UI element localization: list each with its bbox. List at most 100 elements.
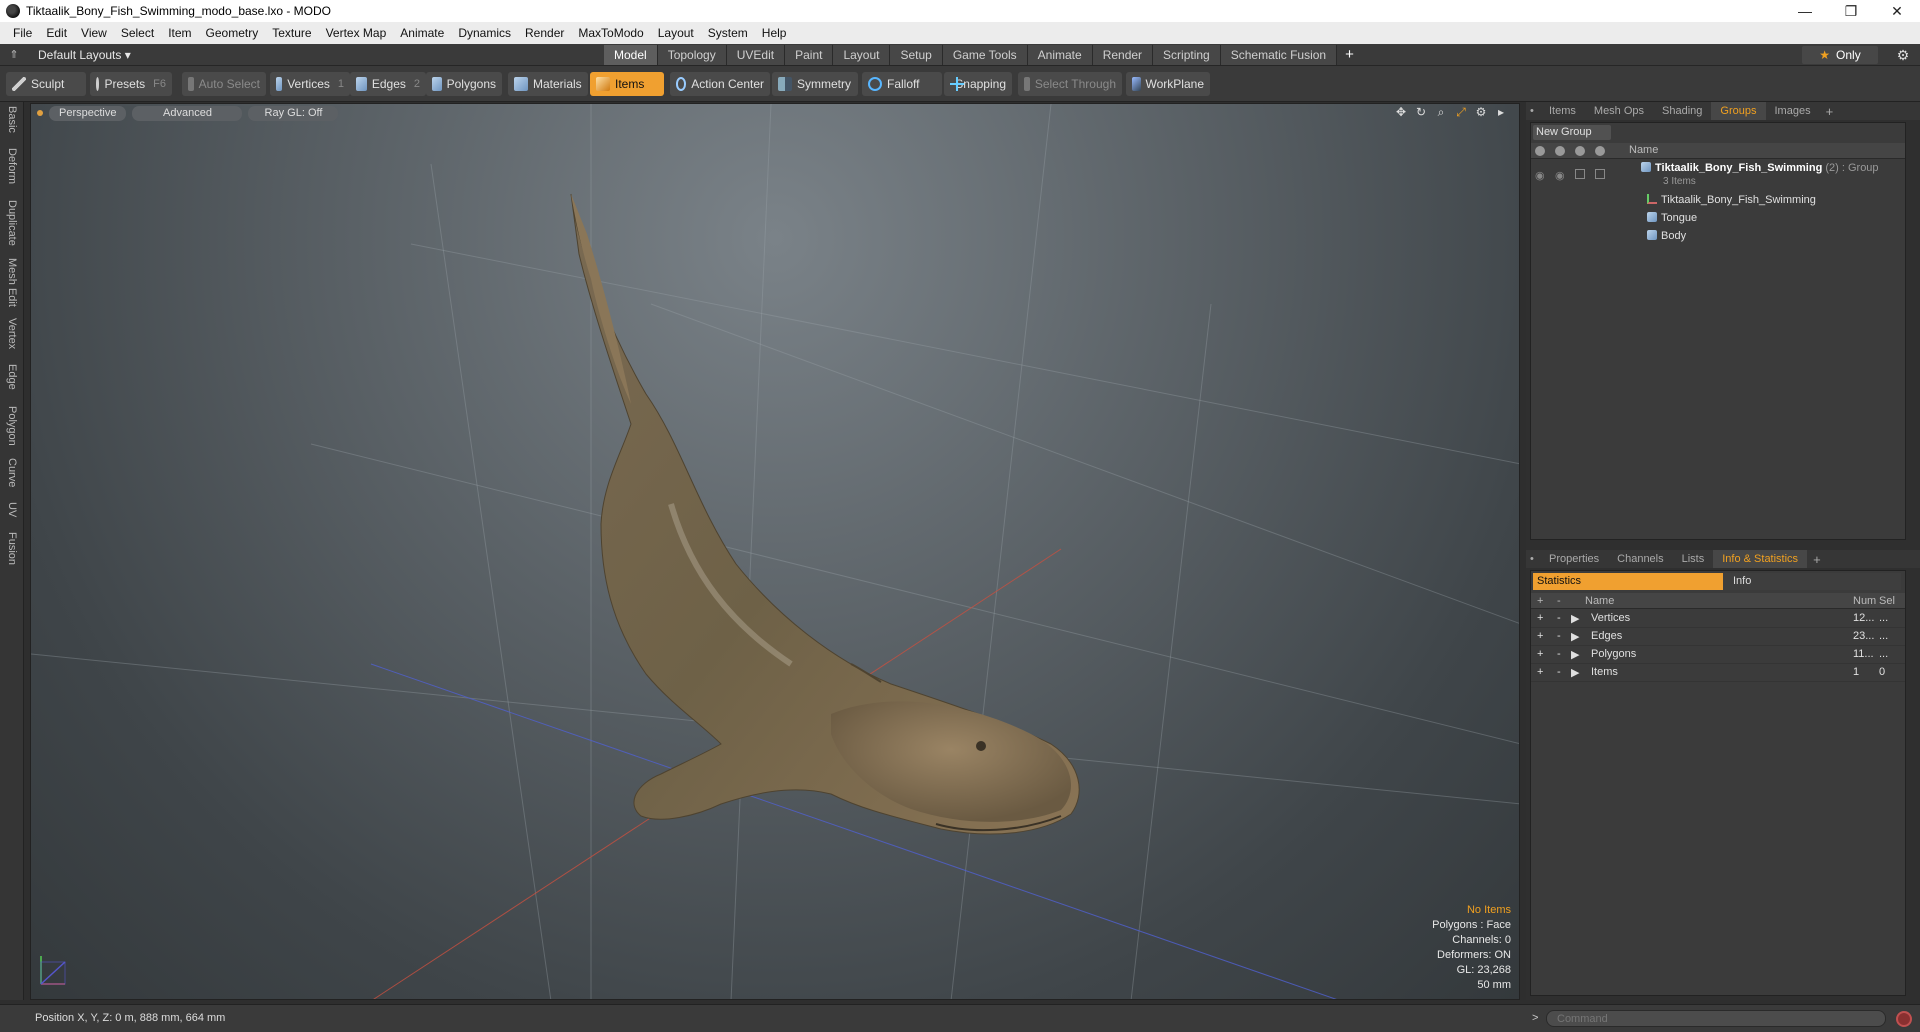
menu-edit[interactable]: Edit [39, 22, 74, 44]
expand-arrow-icon[interactable]: ▶ [1571, 666, 1579, 679]
tab-schematic-fusion[interactable]: Schematic Fusion [1220, 45, 1338, 65]
expand-arrow-icon[interactable]: ▶ [1571, 648, 1579, 661]
fit-view-icon[interactable]: ⤢ [1453, 105, 1469, 120]
tab-setup[interactable]: Setup [890, 45, 943, 65]
expand-view-icon[interactable]: ▸ [1493, 105, 1509, 120]
advanced-button[interactable]: Advanced [132, 105, 243, 121]
tab-uvedit[interactable]: UVEdit [726, 45, 786, 65]
expand-all-header[interactable]: + [1537, 595, 1543, 607]
vtab-basic[interactable]: Basic [0, 106, 24, 138]
add-upper-tab-button[interactable]: + [1820, 104, 1840, 119]
gear-icon[interactable]: ⚙ [1894, 46, 1912, 64]
viewport-menu-dot[interactable] [37, 110, 43, 116]
menu-vertex-map[interactable]: Vertex Map [319, 22, 394, 44]
row-plus[interactable]: + [1537, 666, 1543, 678]
move-view-icon[interactable]: ✥ [1393, 105, 1409, 120]
menu-help[interactable]: Help [755, 22, 794, 44]
menu-item[interactable]: Item [161, 22, 198, 44]
lower-panel-menu-dot[interactable]: • [1526, 550, 1540, 568]
table-row[interactable]: + - ▶ Polygons 11... ... [1531, 646, 1905, 664]
table-row[interactable]: + - ▶ Edges 23... ... [1531, 628, 1905, 646]
row-plus[interactable]: + [1537, 630, 1543, 642]
table-row[interactable]: + - ▶ Items 1 0 [1531, 664, 1905, 682]
vtab-polygon[interactable]: Polygon [0, 406, 24, 452]
row-minus[interactable]: - [1557, 630, 1561, 642]
row-plus[interactable]: + [1537, 648, 1543, 660]
vtab-duplicate[interactable]: Duplicate [0, 200, 24, 252]
snapping-button[interactable]: Snapping [944, 72, 1012, 96]
tab-game-tools[interactable]: Game Tools [942, 45, 1028, 65]
tab-channels[interactable]: Channels [1608, 550, 1672, 568]
layout-toggle-icon[interactable]: ⇑ [4, 48, 24, 61]
menu-file[interactable]: File [6, 22, 39, 44]
rotate-view-icon[interactable]: ↻ [1413, 105, 1429, 120]
tab-render[interactable]: Render [1092, 45, 1154, 65]
collapse-all-header[interactable]: - [1557, 595, 1561, 607]
vtab-uv[interactable]: UV [0, 502, 24, 524]
symmetry-button[interactable]: Symmetry [772, 72, 858, 96]
tab-properties[interactable]: Properties [1540, 550, 1608, 568]
new-group-button[interactable]: New Group [1533, 125, 1611, 140]
tab-model[interactable]: Model [604, 45, 658, 65]
tab-items[interactable]: Items [1540, 102, 1585, 120]
info-tab[interactable]: Info [1723, 573, 1901, 590]
tab-scripting[interactable]: Scripting [1153, 45, 1221, 65]
close-button[interactable]: ✕ [1874, 0, 1920, 22]
eye-icon[interactable]: ◉ [1535, 169, 1545, 182]
workplane-button[interactable]: WorkPlane [1126, 72, 1210, 96]
vtab-mesh-edit[interactable]: Mesh Edit [0, 258, 24, 310]
sculpt-button[interactable]: Sculpt [6, 72, 86, 96]
vtab-edge[interactable]: Edge [0, 364, 24, 398]
tab-lists[interactable]: Lists [1673, 550, 1714, 568]
menu-texture[interactable]: Texture [265, 22, 318, 44]
tab-info-statistics[interactable]: Info & Statistics [1713, 550, 1808, 568]
list-item[interactable]: Tiktaalik_Bony_Fish_Swimming [1531, 193, 1905, 209]
tab-topology[interactable]: Topology [657, 45, 727, 65]
menu-system[interactable]: System [701, 22, 755, 44]
raygl-button[interactable]: Ray GL: Off [248, 105, 339, 121]
view-settings-icon[interactable]: ⚙ [1473, 105, 1489, 120]
vtab-deform[interactable]: Deform [0, 148, 24, 192]
tab-mesh-ops[interactable]: Mesh Ops [1585, 102, 1653, 120]
visibility-column-icon[interactable] [1535, 146, 1545, 156]
menu-dynamics[interactable]: Dynamics [451, 22, 518, 44]
materials-button[interactable]: Materials [508, 72, 588, 96]
zoom-view-icon[interactable]: ⌕ [1433, 105, 1449, 120]
edges-button[interactable]: Edges 2 [350, 72, 426, 96]
vtab-curve[interactable]: Curve [0, 458, 24, 494]
statistics-tab[interactable]: Statistics [1533, 573, 1723, 590]
fish-model[interactable] [570, 193, 1080, 835]
expand-arrow-icon[interactable]: ▶ [1571, 612, 1579, 625]
tab-layout[interactable]: Layout [833, 45, 891, 65]
render-column-icon[interactable] [1555, 146, 1565, 156]
menu-layout[interactable]: Layout [651, 22, 701, 44]
maximize-button[interactable]: ❐ [1828, 0, 1874, 22]
row-minus[interactable]: - [1557, 648, 1561, 660]
vertices-button[interactable]: Vertices 1 [270, 72, 350, 96]
minimize-button[interactable]: — [1782, 0, 1828, 22]
perspective-button[interactable]: Perspective [49, 105, 127, 121]
row-minus[interactable]: - [1557, 666, 1561, 678]
lock-column-icon[interactable] [1575, 146, 1585, 156]
tab-images[interactable]: Images [1766, 102, 1820, 120]
items-button[interactable]: Items [590, 72, 664, 96]
command-input[interactable] [1546, 1010, 1886, 1027]
only-button[interactable]: ★ Only [1802, 46, 1878, 64]
vtab-vertex[interactable]: Vertex [0, 318, 24, 358]
panel-menu-dot[interactable]: • [1526, 102, 1540, 120]
add-lower-tab-button[interactable]: + [1807, 552, 1827, 567]
menu-maxtomodo[interactable]: MaxToModo [571, 22, 650, 44]
add-tab-button[interactable]: + [1337, 45, 1362, 65]
falloff-button[interactable]: Falloff [862, 72, 942, 96]
select-through-button[interactable]: Select Through [1018, 72, 1122, 96]
polygons-button[interactable]: Polygons [426, 72, 502, 96]
select-column-icon[interactable] [1595, 146, 1605, 156]
tab-shading[interactable]: Shading [1653, 102, 1711, 120]
table-row[interactable]: + - ▶ Vertices 12... ... [1531, 610, 1905, 628]
tab-groups[interactable]: Groups [1711, 102, 1766, 120]
lock-toggle-icon[interactable] [1575, 169, 1585, 179]
menu-select[interactable]: Select [114, 22, 161, 44]
menu-render[interactable]: Render [518, 22, 571, 44]
expand-arrow-icon[interactable]: ▶ [1571, 630, 1579, 643]
list-item[interactable]: Tongue [1531, 211, 1905, 227]
